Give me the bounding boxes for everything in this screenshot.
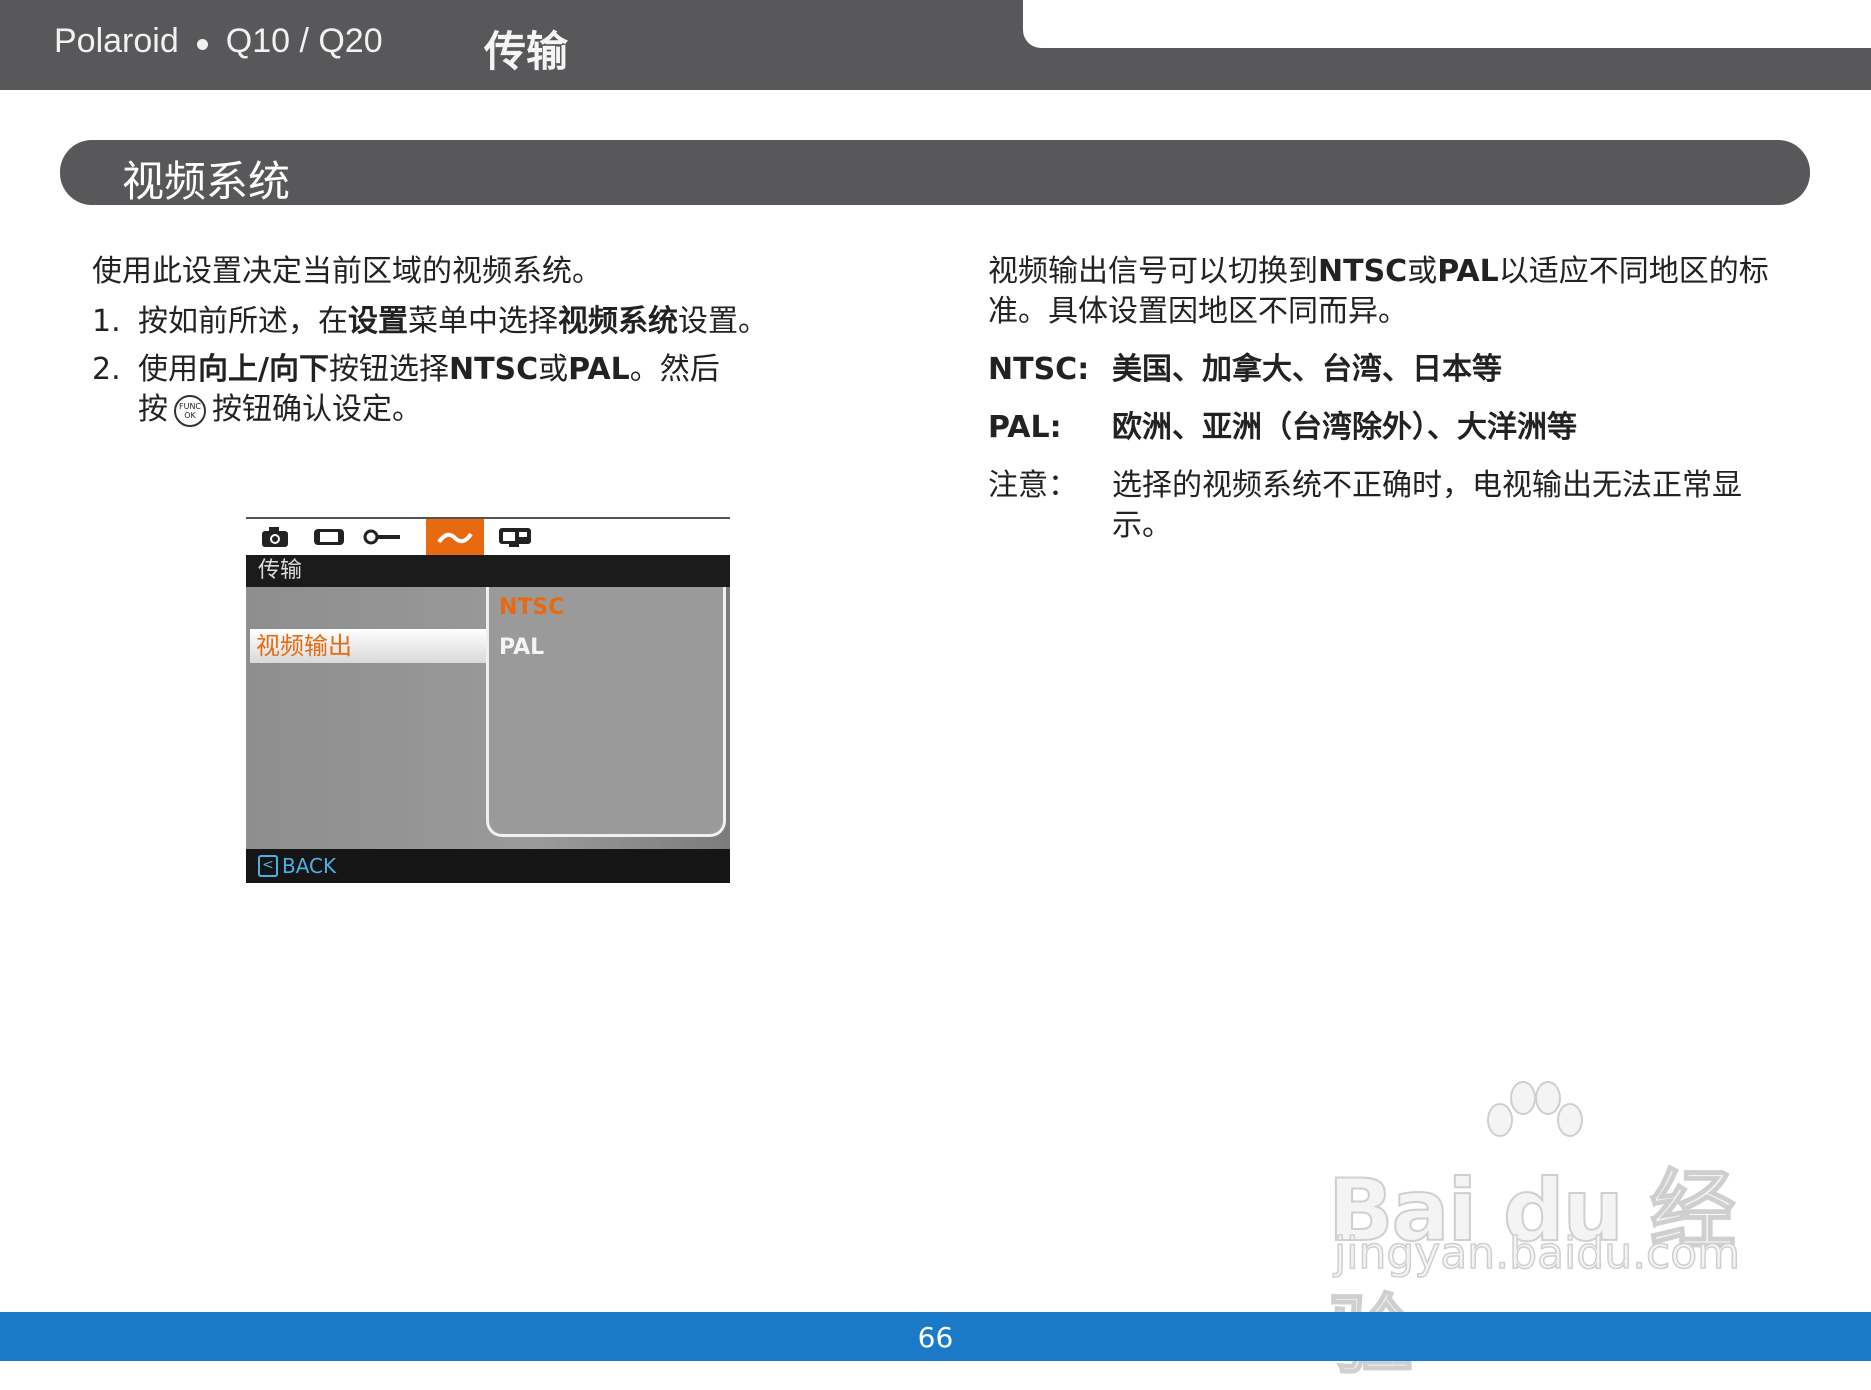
camera-screen-image: 传输 视频输出 NTSC PAL < BACK bbox=[246, 517, 730, 883]
back-label: BACK bbox=[282, 854, 337, 878]
card-icon bbox=[492, 523, 538, 551]
section-title-bar: 视频系统 bbox=[60, 140, 1810, 206]
right-intro: 视频输出信号可以切换到NTSC或PAL以适应不同地区的标准。具体设置因地区不同而… bbox=[988, 252, 1788, 332]
ntsc-row: NTSC: 美国、加拿大、台湾、日本等 bbox=[988, 350, 1788, 390]
playback-icon bbox=[306, 523, 352, 551]
step-text-part: 按如前所述，在 bbox=[138, 304, 348, 339]
right-column: 视频输出信号可以切换到NTSC或PAL以适应不同地区的标准。具体设置因地区不同而… bbox=[988, 252, 1788, 546]
section-title: 视频系统 bbox=[122, 157, 291, 206]
step-bold-part: 视频系统 bbox=[558, 304, 678, 339]
watermark-url: jingyan.baidu.com bbox=[1333, 1227, 1741, 1280]
screen-footer: < BACK bbox=[246, 849, 730, 883]
menu-item-video-output: 视频输出 bbox=[250, 629, 488, 663]
baidu-watermark: Bai du 经验 jingyan.baidu.com bbox=[1327, 1080, 1768, 1387]
note-term: 注意： bbox=[988, 468, 1078, 503]
option-pal: PAL bbox=[499, 635, 545, 660]
pal-row: PAL: 欧洲、亚洲（台湾除外）、大洋洲等 bbox=[988, 408, 1788, 448]
step-number: 1. bbox=[92, 304, 121, 339]
step-2: 2. 使用向上/向下按钮选择NTSC或PAL。然后按 FUNC OK 按钮确认设定。 bbox=[92, 350, 872, 430]
icon-label-top: FUNC bbox=[178, 401, 202, 411]
header-brand: Polaroid Q10 / Q20 bbox=[54, 22, 383, 61]
left-intro: 使用此设置决定当前区域的视频系统。 bbox=[92, 254, 602, 289]
step-text-part: 设置。 bbox=[678, 304, 768, 339]
ntsc-regions: 美国、加拿大、台湾、日本等 bbox=[1112, 352, 1502, 387]
model-name: Q10 / Q20 bbox=[225, 22, 383, 60]
header-notch bbox=[1023, 0, 1871, 48]
note-text: 选择的视频系统不正确时，电视输出无法正常显示。 bbox=[1112, 468, 1742, 543]
step-text-part: 菜单中选择 bbox=[408, 304, 558, 339]
step-text-part: 按钮确认设定。 bbox=[212, 392, 422, 427]
intro-text-part: 或 bbox=[1407, 254, 1438, 289]
step-text-part: 按钮选择 bbox=[328, 352, 449, 387]
func-ok-button-icon: FUNC OK bbox=[174, 394, 206, 427]
step-bold-part: 设置 bbox=[348, 304, 408, 339]
icon-label-bottom: OK bbox=[184, 410, 196, 420]
page-number: 66 bbox=[917, 1321, 954, 1354]
camera-icon bbox=[252, 523, 298, 551]
pal-regions: 欧洲、亚洲（台湾除外）、大洋洲等 bbox=[1112, 410, 1577, 445]
step-text: 使用向上/向下按钮选择NTSC或PAL。然后按 FUNC OK 按钮确认设定。 bbox=[138, 350, 872, 430]
step-1: 1. 按如前所述，在设置菜单中选择视频系统设置。 bbox=[92, 302, 872, 342]
intro-bold-part: PAL bbox=[1437, 254, 1499, 289]
intro-bold-part: NTSC bbox=[1318, 254, 1408, 289]
submenu-panel: NTSC PAL bbox=[486, 587, 726, 837]
back-arrow-icon: < bbox=[258, 855, 278, 877]
step-bold-part: 向上/向下 bbox=[198, 352, 329, 387]
step-text: 按如前所述，在设置菜单中选择视频系统设置。 bbox=[138, 302, 872, 342]
step-bold-part: PAL bbox=[568, 352, 630, 387]
note-row: 注意： 选择的视频系统不正确时，电视输出无法正常显示。 bbox=[988, 466, 1788, 546]
separator-dot bbox=[196, 39, 208, 50]
option-ntsc: NTSC bbox=[499, 595, 565, 620]
step-text-part: 或 bbox=[538, 352, 569, 387]
step-number: 2. bbox=[92, 352, 121, 387]
left-column: 使用此设置决定当前区域的视频系统。 1. 按如前所述，在设置菜单中选择视频系统设… bbox=[92, 252, 872, 438]
brand-name: Polaroid bbox=[54, 22, 179, 60]
wrench-icon bbox=[360, 523, 406, 551]
top-header-bar: Polaroid Q10 / Q20 传输 bbox=[0, 0, 1871, 90]
transfer-icon bbox=[426, 519, 484, 557]
screen-tab-bar bbox=[246, 517, 730, 557]
page-footer: 66 bbox=[0, 1312, 1871, 1361]
step-text-part: 按 bbox=[138, 392, 168, 427]
screen-menu-body: 视频输出 NTSC PAL bbox=[246, 587, 730, 849]
step-bold-part: NTSC bbox=[448, 352, 539, 387]
chapter-title: 传输 bbox=[484, 27, 569, 76]
ntsc-term: NTSC: bbox=[988, 352, 1090, 387]
step-text-part: 。然后 bbox=[629, 352, 720, 387]
pal-term: PAL: bbox=[988, 410, 1062, 445]
screen-menu-header: 传输 bbox=[246, 555, 730, 587]
step-text-part: 使用 bbox=[138, 352, 198, 387]
intro-text-part: 视频输出信号可以切换到 bbox=[988, 254, 1318, 289]
